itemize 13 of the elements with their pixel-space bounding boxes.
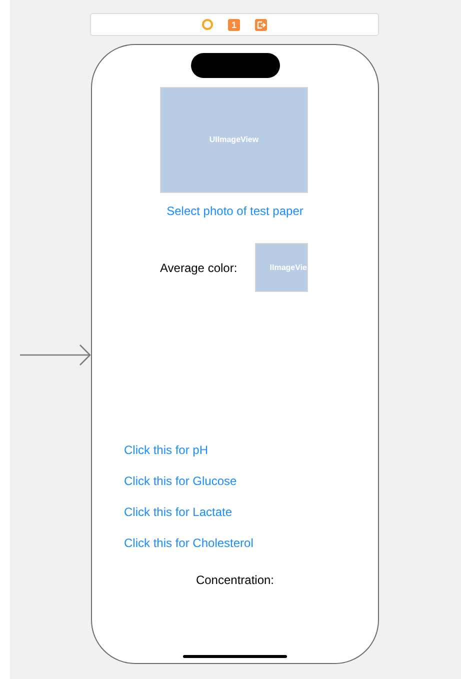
average-color-label: Average color: (160, 260, 238, 276)
entry-point-arrow (20, 344, 92, 366)
test-link[interactable]: Click this for Glucose (124, 473, 254, 489)
concentration-label: Concentration: (196, 572, 274, 589)
view-controller-icon[interactable] (202, 19, 213, 30)
select-photo-link[interactable]: Select photo of test paper (166, 204, 304, 218)
test-link[interactable]: Click this for Lactate (124, 504, 254, 520)
first-responder-icon[interactable]: 1 (228, 18, 240, 30)
test-link[interactable]: Click this for Cholesterol (124, 535, 254, 551)
test-link[interactable]: Click this for pH (124, 442, 254, 458)
image-view-label: UIImageView (209, 134, 259, 146)
image-view-label: IImageVie (270, 262, 307, 274)
exit-icon[interactable] (255, 18, 267, 30)
